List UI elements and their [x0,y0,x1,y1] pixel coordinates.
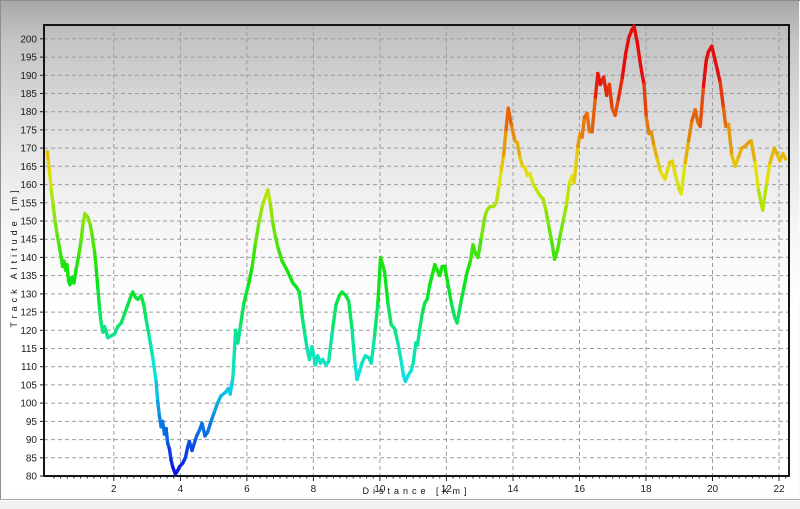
y-axis-title: Track Altitude [m] [9,147,19,367]
svg-text:155: 155 [20,198,37,209]
x-axis-title: Distance [Km] [44,486,789,496]
altitude-profile-chart: 80 85 90 95 100 105 110 115 120 125 130 135 140 145 15… [0,0,800,509]
svg-text:145: 145 [20,235,37,246]
altitude-profile-panel: 80 85 90 95 100 105 110 115 120 125 130 135 140 145 15… [0,0,800,509]
svg-text:200: 200 [20,34,37,45]
svg-text:90: 90 [26,435,38,446]
svg-text:165: 165 [20,162,37,173]
svg-text:160: 160 [20,180,37,191]
svg-text:195: 195 [20,53,37,64]
svg-text:115: 115 [21,344,37,355]
svg-text:180: 180 [20,107,37,118]
svg-text:190: 190 [20,71,37,82]
svg-text:105: 105 [20,380,37,391]
svg-text:185: 185 [20,89,37,100]
svg-text:125: 125 [20,308,37,319]
svg-text:110: 110 [21,362,37,373]
svg-text:120: 120 [20,326,37,337]
svg-text:130: 130 [20,289,37,300]
svg-text:150: 150 [20,217,37,228]
svg-text:135: 135 [20,271,37,282]
svg-text:140: 140 [20,253,37,264]
svg-text:175: 175 [20,125,37,136]
svg-text:100: 100 [20,399,37,410]
svg-text:170: 170 [20,144,37,155]
svg-text:85: 85 [26,453,38,464]
svg-text:95: 95 [26,417,38,428]
svg-text:80: 80 [26,472,38,483]
bottom-strip [0,501,800,509]
